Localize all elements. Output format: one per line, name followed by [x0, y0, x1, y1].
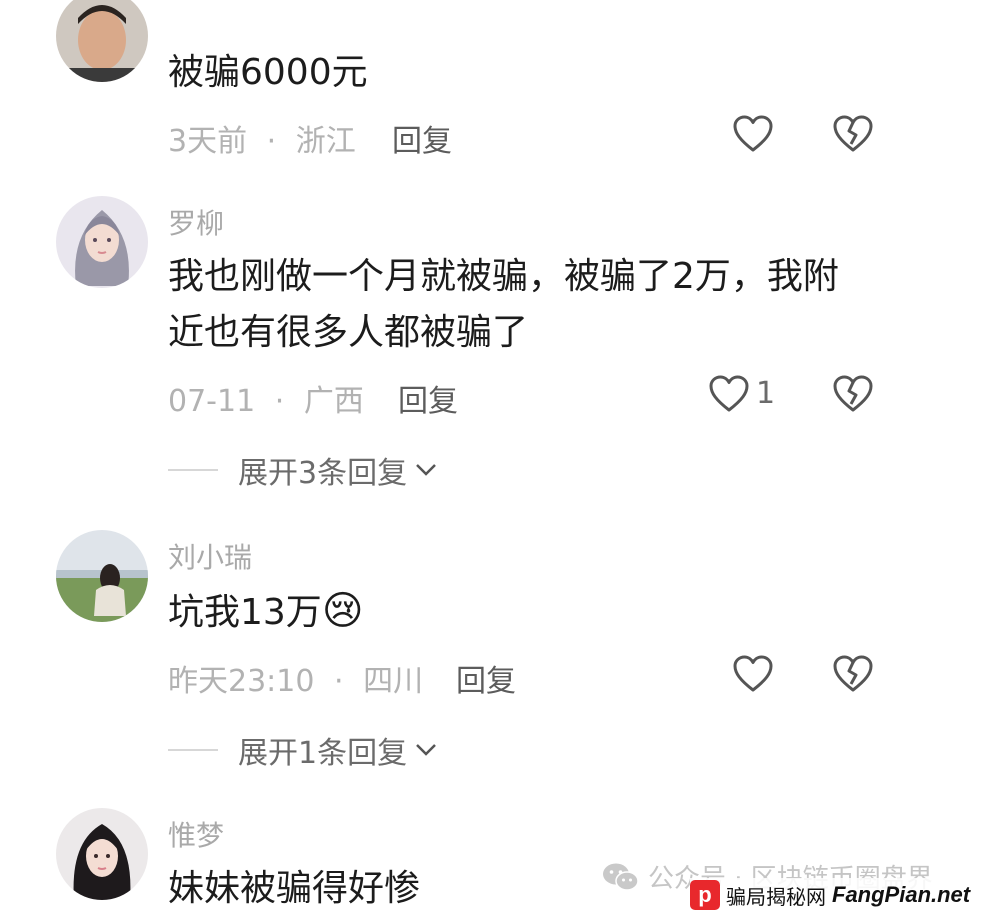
divider-line [168, 469, 218, 471]
meta-separator: · [274, 384, 285, 419]
comment-author: 惟梦 [168, 819, 225, 852]
expand-replies-button[interactable]: 展开3条回复 [168, 448, 437, 492]
broken-heart-icon [833, 375, 873, 412]
divider-line [168, 749, 218, 751]
comment-time: 昨天23:10 [168, 664, 315, 699]
comment-time: 07-11 [168, 384, 256, 419]
avatar[interactable] [56, 530, 148, 622]
like-button[interactable] [732, 654, 774, 694]
like-button[interactable] [708, 374, 750, 414]
avatar[interactable] [56, 808, 148, 900]
comment-location: 四川 [363, 664, 424, 699]
expand-label: 展开3条回复 [238, 456, 408, 491]
site-logo-icon: p [690, 880, 720, 910]
comment-text-line-2: 近也有很多人都被骗了 [168, 312, 529, 353]
dislike-button[interactable] [832, 374, 874, 414]
crying-emoji: 😢 [321, 588, 364, 634]
avatar[interactable] [56, 0, 148, 82]
watermark-site: p 骗局揭秘网 FangPian.net [690, 878, 971, 912]
meta-separator: · [334, 664, 344, 699]
comment-location: 广西 [303, 384, 364, 419]
reply-button[interactable]: 回复 [456, 656, 516, 700]
avatar[interactable] [56, 196, 148, 288]
comment-meta: 昨天23:10 · 四川 [168, 656, 423, 700]
like-button[interactable] [732, 114, 774, 154]
chevron-down-icon [416, 744, 436, 756]
site-name: 骗局揭秘网 [726, 884, 826, 909]
comment-time: 3天前 [168, 124, 248, 159]
like-count: 1 [756, 376, 776, 411]
meta-separator: · [266, 124, 277, 159]
site-url: FangPian.net [832, 882, 971, 907]
comment-author: 罗柳 [168, 207, 225, 240]
comment-text-line-1: 我也刚做一个月就被骗，被骗了2万，我附 [168, 256, 839, 297]
heart-outline-icon [733, 655, 773, 692]
dislike-button[interactable] [832, 114, 874, 154]
comment-location: 浙江 [295, 124, 356, 159]
comment-text: 坑我13万😢 [168, 584, 364, 640]
comment-text: 妹妹被骗得好惨 [168, 868, 421, 909]
expand-label: 展开1条回复 [238, 736, 408, 771]
comment-meta: 07-11 · 广西 [168, 376, 364, 420]
comment-meta: 3天前 · 浙江 [168, 116, 356, 160]
reply-button[interactable]: 回复 [392, 116, 452, 160]
broken-heart-icon [833, 115, 873, 152]
expand-replies-button[interactable]: 展开1条回复 [168, 728, 437, 772]
comment-text-content: 坑我13万 [168, 592, 322, 633]
heart-outline-icon [709, 375, 749, 412]
comment-text: 被骗6000元 [168, 52, 368, 93]
heart-outline-icon [733, 115, 773, 152]
wechat-icon [603, 863, 639, 891]
reply-button[interactable]: 回复 [398, 376, 458, 420]
chevron-down-icon [416, 464, 436, 476]
broken-heart-icon [833, 655, 873, 692]
dislike-button[interactable] [832, 654, 874, 694]
comment-author: 刘小瑞 [168, 541, 253, 574]
